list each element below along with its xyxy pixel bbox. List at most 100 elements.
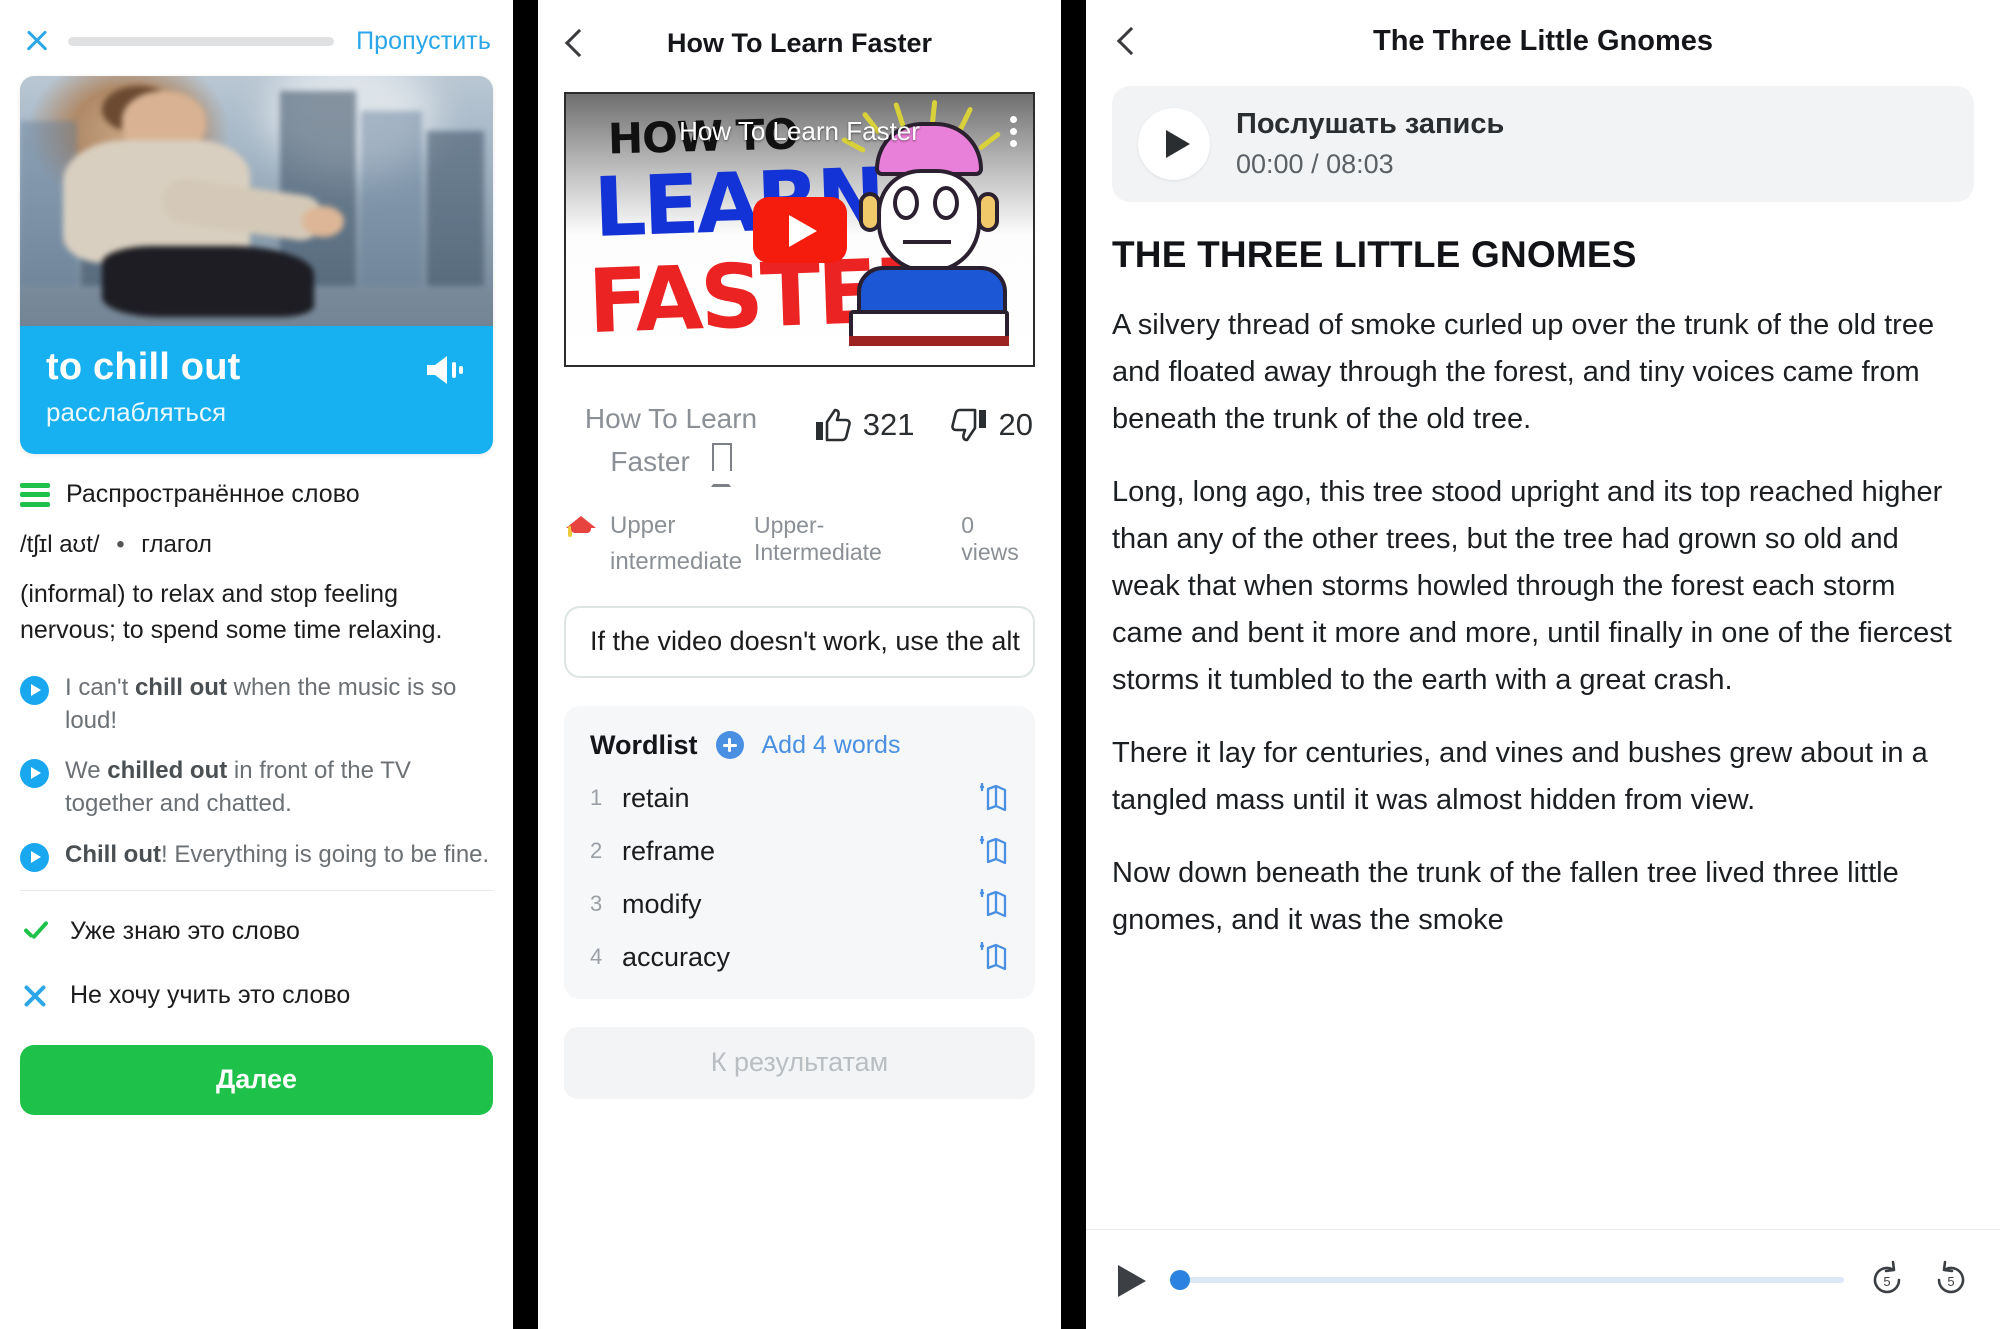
wordlist-index: 1	[590, 785, 603, 811]
speaker-icon[interactable]	[425, 354, 467, 386]
close-icon	[20, 981, 50, 1011]
example-prefix: I can't	[65, 674, 135, 701]
play-icon[interactable]	[1138, 108, 1210, 180]
wordlist-header: Wordlist Add 4 words	[590, 730, 1009, 761]
thumbs-up-icon	[815, 408, 851, 442]
rewind-5-icon[interactable]: 5	[1866, 1259, 1908, 1301]
common-word-tag: Распространённое слово	[20, 480, 493, 509]
check-icon	[20, 917, 50, 947]
play-icon[interactable]	[1114, 1261, 1148, 1299]
video-player[interactable]: HOW TO LEARN FASTER How To Learn Faster	[564, 92, 1035, 367]
add-to-dictionary-icon[interactable]	[977, 942, 1009, 972]
panel3-header: The Three Little Gnomes	[1086, 0, 2000, 64]
kebab-menu-icon[interactable]	[1010, 116, 1017, 152]
page-title: The Three Little Gnomes	[1373, 24, 1713, 57]
like-button[interactable]: 321	[815, 407, 915, 443]
separator-dot: •	[116, 531, 125, 558]
photo-person	[48, 86, 344, 326]
frequency-bars-icon	[20, 482, 50, 507]
go-to-results-button[interactable]: К результатам	[564, 1026, 1035, 1099]
wordlist-index: 2	[590, 838, 603, 864]
wordlist-index: 4	[590, 944, 603, 970]
definition-text: (informal) to relax and stop feeling ner…	[20, 580, 443, 644]
vote-group: 321 20	[815, 407, 1033, 443]
wordlist-word: retain	[622, 782, 690, 813]
graduation-cap-icon	[566, 512, 596, 538]
youtube-play-icon[interactable]	[752, 196, 847, 263]
example-bold: Chill out	[65, 840, 161, 868]
thumb-character	[835, 99, 1025, 364]
example-row[interactable]: Chill out! Everything is going to be fin…	[20, 839, 493, 872]
example-prefix: We	[65, 757, 108, 785]
word-card-photo	[20, 76, 493, 326]
part-of-speech: глагол	[141, 531, 212, 558]
audio-info: Послушать запись 00:00 / 08:03	[1236, 108, 1504, 180]
skip-link[interactable]: Пропустить	[356, 27, 491, 56]
story-paragraph: There it lay for centuries, and vines an…	[1112, 736, 1928, 816]
wordlist-title: Wordlist	[590, 729, 698, 760]
video-note-field[interactable]: If the video doesn't work, use the alt	[564, 605, 1035, 678]
plus-icon[interactable]	[715, 731, 744, 760]
svg-text:5: 5	[1947, 1274, 1954, 1289]
video-name-block: How To Learn Faster	[566, 397, 776, 488]
level-label: Upper intermediate	[610, 511, 743, 575]
wordlist-panel: Wordlist Add 4 words 1 retain 2 reframe	[564, 705, 1035, 999]
panel1-topbar: Пропустить	[0, 0, 513, 70]
play-icon[interactable]	[20, 842, 49, 872]
chevron-left-icon[interactable]	[562, 30, 588, 56]
word-card[interactable]: to chill out расслабляться	[20, 76, 493, 454]
add-words-link[interactable]: Add 4 words	[762, 731, 901, 760]
divider	[20, 889, 493, 891]
audio-time: 00:00 / 08:03	[1236, 149, 1394, 179]
dislike-button[interactable]: 20	[950, 407, 1033, 443]
wordlist-item[interactable]: 1 retain	[590, 783, 1009, 814]
wordlist-item[interactable]: 4 accuracy	[590, 942, 1009, 973]
example-text: Chill out! Everything is going to be fin…	[65, 839, 489, 872]
thumbs-down-icon	[950, 408, 987, 442]
example-row[interactable]: We chilled out in front of the TV togeth…	[20, 755, 493, 820]
close-icon[interactable]	[22, 26, 52, 56]
wordlist-word: reframe	[622, 835, 716, 866]
example-text: I can't chill out when the music is so l…	[65, 672, 493, 737]
story-paragraph: Now down beneath the trunk of the fallen…	[1112, 856, 1899, 936]
story-title: THE THREE LITTLE GNOMES	[1112, 234, 1637, 275]
example-text: We chilled out in front of the TV togeth…	[65, 755, 493, 820]
story-paragraph: Long, long ago, this tree stood upright …	[1112, 475, 1952, 696]
audio-card[interactable]: Послушать запись 00:00 / 08:03	[1112, 86, 1974, 202]
option-dont-learn[interactable]: Не хочу учить это слово	[20, 981, 493, 1011]
add-to-dictionary-icon[interactable]	[977, 836, 1009, 866]
word-translation: расслабляться	[46, 397, 227, 427]
wordlist-item[interactable]: 2 reframe	[590, 836, 1009, 867]
panel2-header: How To Learn Faster	[538, 0, 1061, 78]
audio-label: Послушать запись	[1236, 108, 1505, 140]
play-icon[interactable]	[20, 759, 49, 789]
example-row[interactable]: I can't chill out when the music is so l…	[20, 672, 493, 737]
video-meta-row-1: How To Learn Faster 321 20	[566, 397, 1033, 488]
next-button[interactable]: Далее	[20, 1044, 493, 1115]
common-word-label: Распространённое слово	[66, 480, 360, 508]
panel-gutter	[513, 0, 538, 1329]
word-text: to chill out	[46, 346, 241, 388]
video-meta: How To Learn Faster 321 20 Upper interme…	[538, 397, 1061, 580]
level-badge: Upper-Intermediate	[753, 511, 882, 565]
phonetic-text: /tʃɪl aʊt/	[20, 531, 100, 558]
page-title: How To Learn Faster	[666, 27, 933, 58]
option-already-know[interactable]: Уже знаю это слово	[20, 917, 493, 947]
wordlist-word: modify	[622, 888, 702, 919]
screenshot-stage: Пропустить to chill out расслабляться Ра…	[0, 0, 2000, 1329]
forward-5-icon[interactable]: 5	[1930, 1259, 1972, 1301]
story-paragraph: A silvery thread of smoke curled up over…	[1112, 309, 1935, 435]
word-card-label: to chill out расслабляться	[20, 326, 493, 454]
video-meta-row-2: Upper intermediate Upper-Intermediate 0 …	[566, 508, 1033, 580]
slider-knob[interactable]	[1170, 1269, 1190, 1290]
photo-blur-layer	[20, 76, 493, 326]
panel-video-lesson: How To Learn Faster HOW TO LEARN FASTER	[538, 0, 1061, 1329]
wordlist-item[interactable]: 3 modify	[590, 889, 1009, 920]
add-to-dictionary-icon[interactable]	[977, 889, 1009, 919]
play-icon[interactable]	[20, 676, 49, 705]
video-overlay-title: How To Learn Faster	[679, 116, 920, 146]
add-to-dictionary-icon[interactable]	[977, 783, 1009, 813]
like-count: 321	[862, 407, 915, 442]
bookmark-icon[interactable]	[711, 440, 732, 488]
audio-progress-slider[interactable]	[1170, 1269, 1844, 1290]
